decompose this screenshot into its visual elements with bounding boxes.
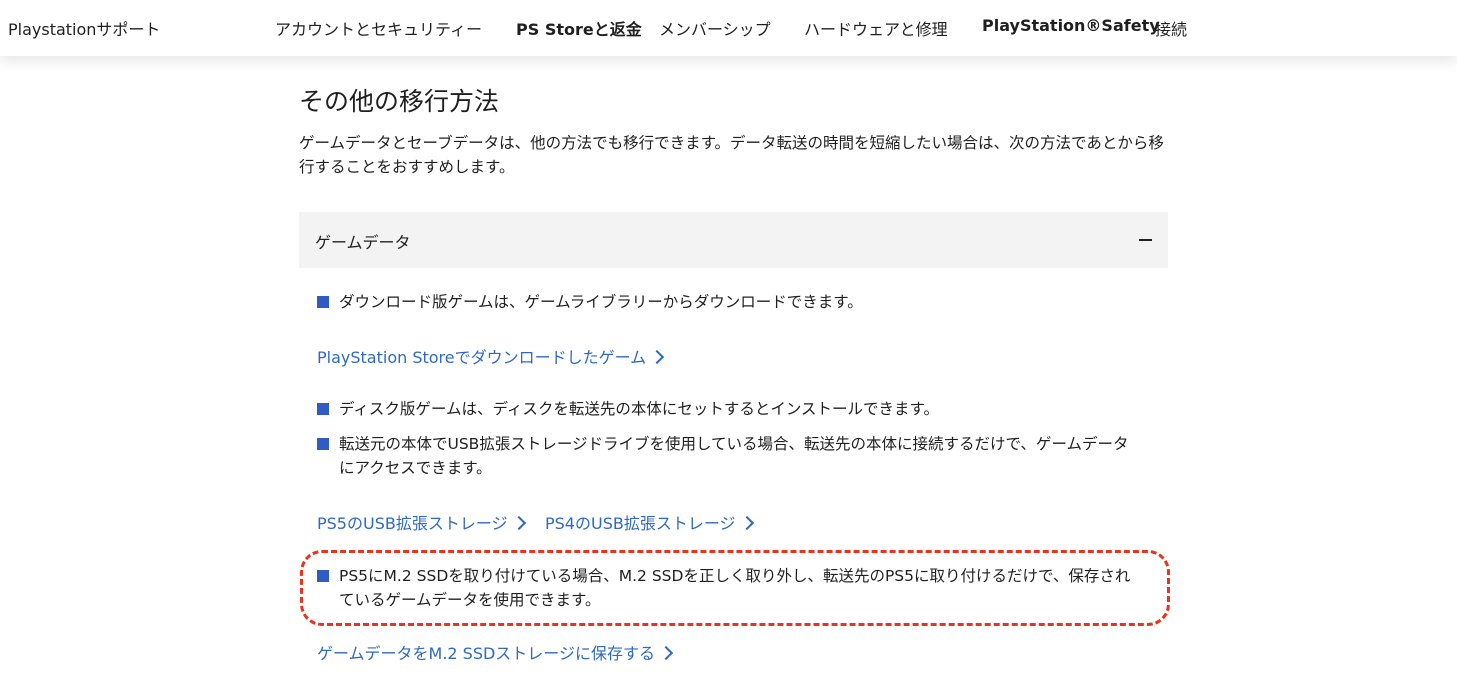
chevron-right-icon bbox=[658, 645, 674, 661]
minus-icon[interactable] bbox=[1139, 239, 1152, 241]
bullet-square-icon bbox=[317, 296, 329, 308]
nav-item-playstation-safety[interactable]: PlayStation®Safety bbox=[982, 16, 1160, 35]
bullet-square-icon bbox=[317, 570, 329, 582]
chevron-right-icon bbox=[650, 349, 665, 365]
list-item-usb-storage: 転送元の本体でUSB拡張ストレージドライブを使用している場合、転送先の本体に接続… bbox=[317, 432, 1142, 480]
accordion-header-game-data[interactable]: ゲームデータ bbox=[299, 212, 1168, 268]
link-ps4-usb-storage[interactable]: PS4のUSB拡張ストレージ bbox=[545, 510, 754, 534]
link-ps5-usb-storage[interactable]: PS5のUSB拡張ストレージ bbox=[317, 510, 526, 534]
nav-item-account-security[interactable]: アカウントとセキュリティー bbox=[275, 16, 482, 40]
link-m2-ssd-storage[interactable]: ゲームデータをM.2 SSDストレージに保存する bbox=[317, 640, 674, 664]
list-item-m2-ssd: PS5にM.2 SSDを取り付けている場合、M.2 SSDを正しく取り外し、転送… bbox=[317, 564, 1142, 612]
site-brand[interactable]: Playstationサポート bbox=[8, 16, 160, 40]
section-intro: ゲームデータとセーブデータは、他の方法でも移行できます。データ転送の時間を短縮し… bbox=[299, 134, 1164, 176]
chevron-right-icon bbox=[739, 515, 754, 531]
bullet-square-icon bbox=[317, 403, 329, 415]
link-ps-store-downloads[interactable]: PlayStation Storeでダウンロードしたゲーム bbox=[317, 344, 665, 368]
nav-item-connection[interactable]: 接続 bbox=[1155, 16, 1187, 40]
nav-item-hardware-repair[interactable]: ハードウェアと修理 bbox=[804, 16, 948, 40]
accordion-title: ゲームデータ bbox=[315, 233, 411, 252]
section-title: その他の移行方法 bbox=[299, 87, 500, 116]
chevron-right-icon bbox=[511, 515, 526, 531]
bullet-square-icon bbox=[317, 438, 329, 450]
top-navigation-bar: Playstationサポート アカウントとセキュリティー PS Storeと返… bbox=[0, 0, 1457, 56]
nav-item-ps-store-refunds[interactable]: PS Storeと返金 bbox=[516, 16, 642, 40]
list-item-download-games: ダウンロード版ゲームは、ゲームライブラリーからダウンロードできます。 bbox=[317, 290, 1142, 314]
list-item-disc-games: ディスク版ゲームは、ディスクを転送先の本体にセットするとインストールできます。 bbox=[317, 397, 1142, 421]
nav-item-membership[interactable]: メンバーシップ bbox=[659, 16, 771, 40]
